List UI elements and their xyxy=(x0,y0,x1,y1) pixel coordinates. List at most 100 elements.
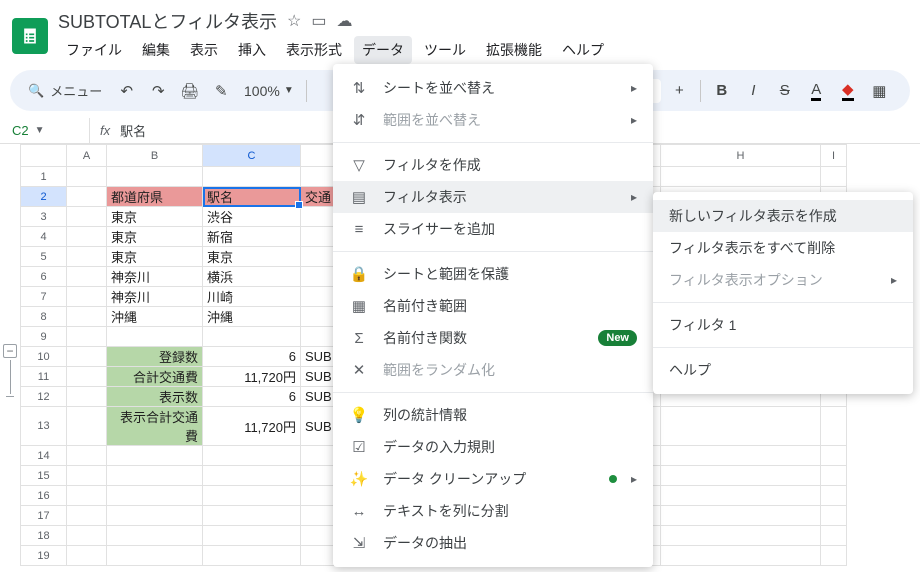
cell-C7[interactable]: 川崎 xyxy=(203,287,301,307)
cell-B12[interactable]: 表示数 xyxy=(107,387,203,407)
menu-extensions[interactable]: 拡張機能 xyxy=(478,36,550,64)
menu-help[interactable]: ヘルプ xyxy=(554,36,612,64)
submenu-filter-1[interactable]: フィルタ 1 xyxy=(653,309,913,341)
cell-C6[interactable]: 横浜 xyxy=(203,267,301,287)
menu-named-ranges[interactable]: ▦ 名前付き範囲 xyxy=(333,290,653,322)
print-button[interactable]: 🖨 xyxy=(177,77,203,105)
italic-button[interactable]: I xyxy=(741,77,767,105)
menu-named-functions[interactable]: Σ 名前付き関数 New xyxy=(333,322,653,354)
col-I[interactable]: I xyxy=(821,145,847,167)
menu-format[interactable]: 表示形式 xyxy=(278,36,350,64)
menu-search[interactable]: 🔍 メニュー xyxy=(28,81,108,100)
row-14[interactable]: 14 xyxy=(21,446,67,466)
row-3[interactable]: 3 xyxy=(21,207,67,227)
cell-B8[interactable]: 沖縄 xyxy=(107,307,203,327)
paint-format-button[interactable]: ✎ xyxy=(209,77,235,105)
cell-B11[interactable]: 合計交通費 xyxy=(107,367,203,387)
row-4[interactable]: 4 xyxy=(21,227,67,247)
star-icon[interactable]: ☆ xyxy=(287,11,301,31)
menu-tools[interactable]: ツール xyxy=(416,36,474,64)
plus-button[interactable]: + xyxy=(667,77,693,105)
redo-button[interactable]: ↷ xyxy=(146,77,172,105)
group-end xyxy=(6,396,14,397)
sheets-logo-icon[interactable] xyxy=(12,18,48,54)
menu-validation[interactable]: ☑ データの入力規則 xyxy=(333,431,653,463)
row-group-toggle[interactable]: − xyxy=(0,344,20,397)
select-all-corner[interactable] xyxy=(21,145,67,167)
cloud-icon[interactable]: ☁ xyxy=(336,11,352,31)
filter-views-submenu: 新しいフィルタ表示を作成 フィルタ表示をすべて削除 フィルタ表示オプション ▸ … xyxy=(653,192,913,394)
label: シートと範囲を保護 xyxy=(383,264,637,284)
document-title[interactable]: SUBTOTALとフィルタ表示 xyxy=(58,8,277,34)
cell-C5[interactable]: 東京 xyxy=(203,247,301,267)
undo-button[interactable]: ↶ xyxy=(114,77,140,105)
borders-button[interactable]: ▦ xyxy=(867,77,893,105)
menu-add-slicer[interactable]: ≡ スライサーを追加 xyxy=(333,213,653,245)
cell-C3[interactable]: 渋谷 xyxy=(203,207,301,227)
col-C[interactable]: C xyxy=(203,145,301,167)
row-15[interactable]: 15 xyxy=(21,466,67,486)
cell-C4[interactable]: 新宿 xyxy=(203,227,301,247)
cell-B7[interactable]: 神奈川 xyxy=(107,287,203,307)
menu-create-filter[interactable]: ▽ フィルタを作成 xyxy=(333,149,653,181)
cell-B10[interactable]: 登録数 xyxy=(107,347,203,367)
row-16[interactable]: 16 xyxy=(21,486,67,506)
cell-B4[interactable]: 東京 xyxy=(107,227,203,247)
row-7[interactable]: 7 xyxy=(21,287,67,307)
text-color-button[interactable]: A xyxy=(804,77,830,105)
move-icon[interactable]: ▭ xyxy=(311,11,326,31)
cell-C13[interactable]: 11,720円 xyxy=(203,407,301,446)
menu-col-stats[interactable]: 💡 列の統計情報 xyxy=(333,399,653,431)
menu-protect[interactable]: 🔒 シートと範囲を保護 xyxy=(333,258,653,290)
cell-B6[interactable]: 神奈川 xyxy=(107,267,203,287)
cell-B2[interactable]: 都道府県 xyxy=(107,187,203,207)
submenu-create-filter-view[interactable]: 新しいフィルタ表示を作成 xyxy=(653,200,913,232)
row-19[interactable]: 19 xyxy=(21,546,67,566)
menu-file[interactable]: ファイル xyxy=(58,36,130,64)
row-13[interactable]: 13 xyxy=(21,407,67,446)
cell-B3[interactable]: 東京 xyxy=(107,207,203,227)
menu-sort-sheet[interactable]: ⇅ シートを並べ替え ▸ xyxy=(333,72,653,104)
menu-insert[interactable]: 挿入 xyxy=(230,36,274,64)
bold-button[interactable]: B xyxy=(709,77,735,105)
menu-extract[interactable]: ⇲ データの抽出 xyxy=(333,527,653,559)
cell-C2[interactable]: 駅名 xyxy=(203,187,301,207)
menu-split-text[interactable]: ↔ テキストを列に分割 xyxy=(333,495,653,527)
label: 列の統計情報 xyxy=(383,405,637,425)
row-18[interactable]: 18 xyxy=(21,526,67,546)
submenu-options: フィルタ表示オプション ▸ xyxy=(653,264,913,296)
collapse-icon[interactable]: − xyxy=(3,344,17,358)
col-B[interactable]: B xyxy=(107,145,203,167)
zoom-select[interactable]: 100% ▼ xyxy=(240,83,298,99)
row-9[interactable]: 9 xyxy=(21,327,67,347)
menu-filter-views[interactable]: ▤ フィルタ表示 ▸ xyxy=(333,181,653,213)
row-11[interactable]: 11 xyxy=(21,367,67,387)
menu-view[interactable]: 表示 xyxy=(182,36,226,64)
row-17[interactable]: 17 xyxy=(21,506,67,526)
strike-button[interactable]: S xyxy=(772,77,798,105)
cell-B5[interactable]: 東京 xyxy=(107,247,203,267)
row-10[interactable]: 10 xyxy=(21,347,67,367)
name-box[interactable]: C2 ▼ xyxy=(6,118,90,143)
row-1[interactable]: 1 xyxy=(21,167,67,187)
row-8[interactable]: 8 xyxy=(21,307,67,327)
cell-C10[interactable]: 6 xyxy=(203,347,301,367)
row-2[interactable]: 2 xyxy=(21,187,67,207)
label: 新しいフィルタ表示を作成 xyxy=(669,206,897,226)
menu-cleanup[interactable]: ✨ データ クリーンアップ ▸ xyxy=(333,463,653,495)
cell-C8[interactable]: 沖縄 xyxy=(203,307,301,327)
menu-edit[interactable]: 編集 xyxy=(134,36,178,64)
row-6[interactable]: 6 xyxy=(21,267,67,287)
fill-color-button[interactable]: ◆ xyxy=(835,77,861,105)
submenu-help[interactable]: ヘルプ xyxy=(653,354,913,386)
row-5[interactable]: 5 xyxy=(21,247,67,267)
formula-value[interactable]: 駅名 xyxy=(120,121,146,140)
cell-C12[interactable]: 6 xyxy=(203,387,301,407)
submenu-delete-all[interactable]: フィルタ表示をすべて削除 xyxy=(653,232,913,264)
menu-data[interactable]: データ xyxy=(354,36,412,64)
cell-B13[interactable]: 表示合計交通費 xyxy=(107,407,203,446)
cell-C11[interactable]: 11,720円 xyxy=(203,367,301,387)
col-A[interactable]: A xyxy=(67,145,107,167)
row-12[interactable]: 12 xyxy=(21,387,67,407)
col-H[interactable]: H xyxy=(661,145,821,167)
